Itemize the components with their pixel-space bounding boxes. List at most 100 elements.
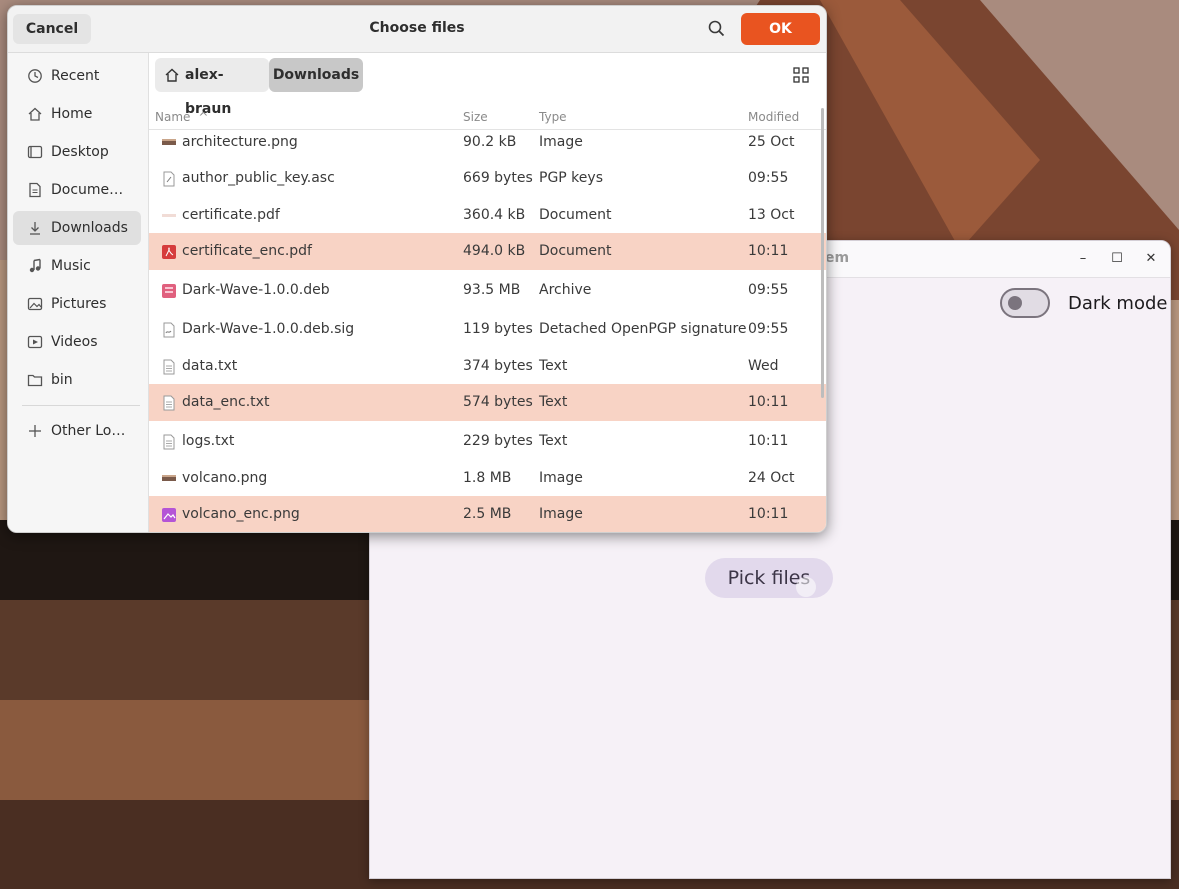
- file-type: Document: [539, 207, 612, 223]
- column-name[interactable]: Name ^: [155, 110, 208, 124]
- pick-ripple: [796, 577, 816, 597]
- file-size: 1.8 MB: [463, 470, 512, 486]
- grid-view-icon[interactable]: [792, 66, 810, 84]
- file-name: data.txt: [182, 358, 238, 374]
- file-name: Dark-Wave-1.0.0.deb.sig: [182, 321, 355, 337]
- sort-ascending-icon: ^: [198, 110, 209, 124]
- file-name: certificate.pdf: [182, 207, 280, 223]
- file-name: volcano_enc.png: [182, 506, 300, 522]
- sidebar-item-music[interactable]: Music: [13, 249, 141, 283]
- column-modified[interactable]: Modified: [748, 110, 799, 124]
- app-title: em: [825, 250, 850, 266]
- close-icon[interactable]: ✕: [1141, 249, 1161, 269]
- file-type: Image: [539, 506, 583, 522]
- sidebar-item-videos[interactable]: Videos: [13, 325, 141, 359]
- file-modified: 13 Oct: [748, 207, 795, 223]
- sidebar-item-downloads[interactable]: Downloads: [13, 211, 141, 245]
- file-size: 574 bytes: [463, 394, 533, 410]
- file-chooser-dialog: Cancel Choose files OK Recent Home Deskt…: [7, 5, 827, 533]
- file-type: Text: [539, 358, 568, 374]
- file-name: data_enc.txt: [182, 394, 270, 410]
- file-size: 494.0 kB: [463, 243, 526, 259]
- file-row[interactable]: certificate_enc.pdf 494.0 kB Document 10:11: [149, 233, 826, 270]
- home-icon: [28, 107, 42, 121]
- file-modified: 09:55: [748, 170, 789, 186]
- dark-mode-toggle[interactable]: [1000, 288, 1050, 318]
- breadcrumb-home[interactable]: alex-braun: [155, 58, 269, 117]
- file-row[interactable]: logs.txt 229 bytes Text 10:11: [149, 423, 826, 460]
- file-modified: 10:11: [748, 243, 789, 259]
- file-row[interactable]: data.txt 374 bytes Text Wed: [149, 348, 826, 385]
- file-modified: 10:11: [748, 433, 789, 449]
- file-row[interactable]: Dark-Wave-1.0.0.deb 93.5 MB Archive 09:55: [149, 272, 826, 309]
- sidebar-item-other-locations[interactable]: Other Lo…: [13, 414, 141, 448]
- breadcrumb-downloads[interactable]: Downloads: [269, 58, 363, 92]
- file-type: Text: [539, 394, 568, 410]
- dialog-header: Cancel Choose files OK: [8, 6, 826, 53]
- file-name: Dark-Wave-1.0.0.deb: [182, 282, 330, 298]
- file-type: PGP keys: [539, 170, 603, 186]
- key-file-icon: [163, 171, 175, 187]
- scrollbar[interactable]: [821, 108, 824, 398]
- image-thumb-icon: [162, 475, 176, 481]
- download-icon: [30, 222, 40, 235]
- file-type: Image: [539, 470, 583, 486]
- sidebar-item-label: Other Lo…: [51, 423, 126, 439]
- file-row[interactable]: architecture.png 90.2 kB Image 25 Oct: [149, 130, 826, 161]
- file-name: volcano.png: [182, 470, 268, 486]
- file-size: 2.5 MB: [463, 506, 512, 522]
- file-row[interactable]: volcano.png 1.8 MB Image 24 Oct: [149, 460, 826, 497]
- file-row[interactable]: author_public_key.asc 669 bytes PGP keys 09…: [149, 160, 826, 197]
- dialog-title: Choose files: [369, 20, 465, 36]
- file-type: Detached OpenPGP signature: [539, 321, 747, 337]
- sidebar-separator: [22, 405, 140, 406]
- toggle-knob: [1008, 296, 1022, 310]
- column-headers: Name ^ Size Type Modified: [149, 103, 826, 130]
- video-icon: [27, 335, 43, 349]
- sidebar-item-home[interactable]: Home: [13, 97, 141, 131]
- pdf-icon: [162, 245, 176, 259]
- image-icon: [162, 508, 176, 522]
- file-modified: 25 Oct: [748, 134, 795, 150]
- sidebar-item-documents[interactable]: Docume…: [13, 173, 141, 207]
- pdf-thumb-icon: [162, 214, 176, 217]
- desktop-icon: [27, 145, 43, 159]
- file-size: 119 bytes: [463, 321, 533, 337]
- file-row[interactable]: volcano_enc.png 2.5 MB Image 10:11: [149, 496, 826, 532]
- file-row[interactable]: certificate.pdf 360.4 kB Document 13 Oct: [149, 197, 826, 234]
- sidebar-item-desktop[interactable]: Desktop: [13, 135, 141, 169]
- file-type: Archive: [539, 282, 592, 298]
- document-icon: [29, 182, 41, 198]
- clock-icon: [28, 69, 42, 83]
- sidebar-item-label: Pictures: [51, 296, 107, 312]
- file-size: 669 bytes: [463, 170, 533, 186]
- home-icon: [165, 68, 179, 82]
- file-row[interactable]: data_enc.txt 574 bytes Text 10:11: [149, 384, 826, 421]
- plus-icon: [29, 425, 41, 437]
- archive-icon: [162, 284, 176, 298]
- column-name-label: Name: [155, 110, 191, 124]
- folder-icon: [27, 374, 43, 387]
- text-file-icon: [163, 395, 175, 411]
- sidebar-item-pictures[interactable]: Pictures: [13, 287, 141, 321]
- file-modified: 10:11: [748, 394, 789, 410]
- pictures-icon: [27, 297, 43, 311]
- column-size[interactable]: Size: [463, 110, 488, 124]
- search-icon[interactable]: [705, 17, 729, 41]
- sidebar-item-label: Music: [51, 258, 91, 274]
- file-row[interactable]: Dark-Wave-1.0.0.deb.sig 119 bytes Detached…: [149, 311, 826, 348]
- music-icon: [29, 258, 41, 273]
- path-bar: alex-braun Downloads: [149, 53, 826, 117]
- ok-button[interactable]: OK: [741, 13, 820, 45]
- sidebar-item-bin[interactable]: bin: [13, 363, 141, 397]
- file-modified: 09:55: [748, 282, 789, 298]
- text-file-icon: [163, 359, 175, 375]
- file-name: certificate_enc.pdf: [182, 243, 312, 259]
- text-file-icon: [163, 434, 175, 450]
- minimize-icon[interactable]: –: [1073, 249, 1093, 269]
- maximize-icon[interactable]: ☐: [1107, 249, 1127, 269]
- file-name: logs.txt: [182, 433, 235, 449]
- file-type: Image: [539, 134, 583, 150]
- column-type[interactable]: Type: [539, 110, 567, 124]
- sidebar-item-recent[interactable]: Recent: [13, 59, 141, 93]
